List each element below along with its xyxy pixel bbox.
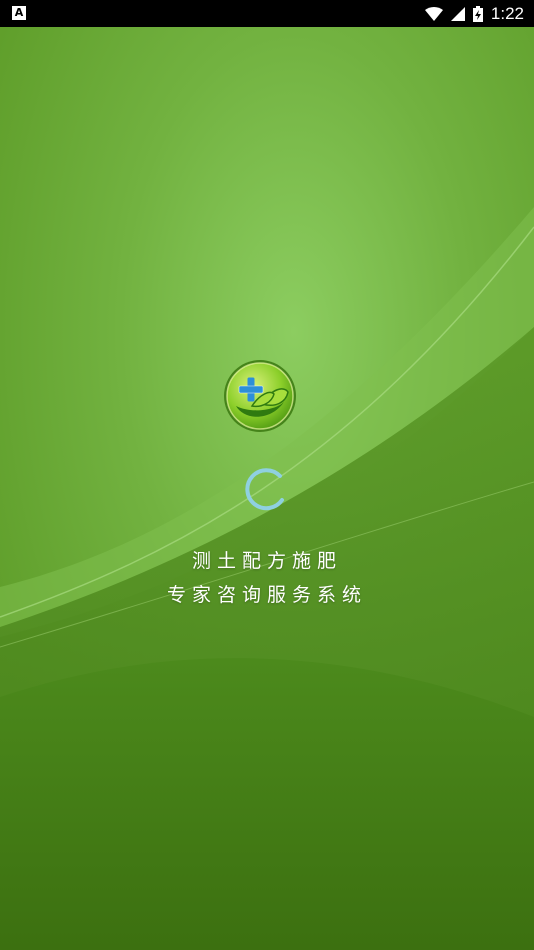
- cellular-signal-icon: [450, 6, 465, 21]
- tagline-line1: 测土配方施肥: [191, 550, 342, 572]
- status-right-group: 1:22: [424, 0, 524, 27]
- status-bar: A 1:22: [0, 0, 534, 27]
- splash-screen: A 1:22 测土配方施肥 专家咨询服务系统: [0, 0, 534, 950]
- loading-spinner-icon: [245, 468, 284, 511]
- battery-charging-icon: [472, 5, 483, 22]
- tagline-line2: 专家咨询服务系统: [166, 584, 367, 606]
- notification-a-icon: A: [12, 6, 26, 20]
- status-time: 1:22: [490, 3, 524, 23]
- wifi-icon: [424, 6, 443, 21]
- plus-leaf-logo-icon: [224, 360, 296, 432]
